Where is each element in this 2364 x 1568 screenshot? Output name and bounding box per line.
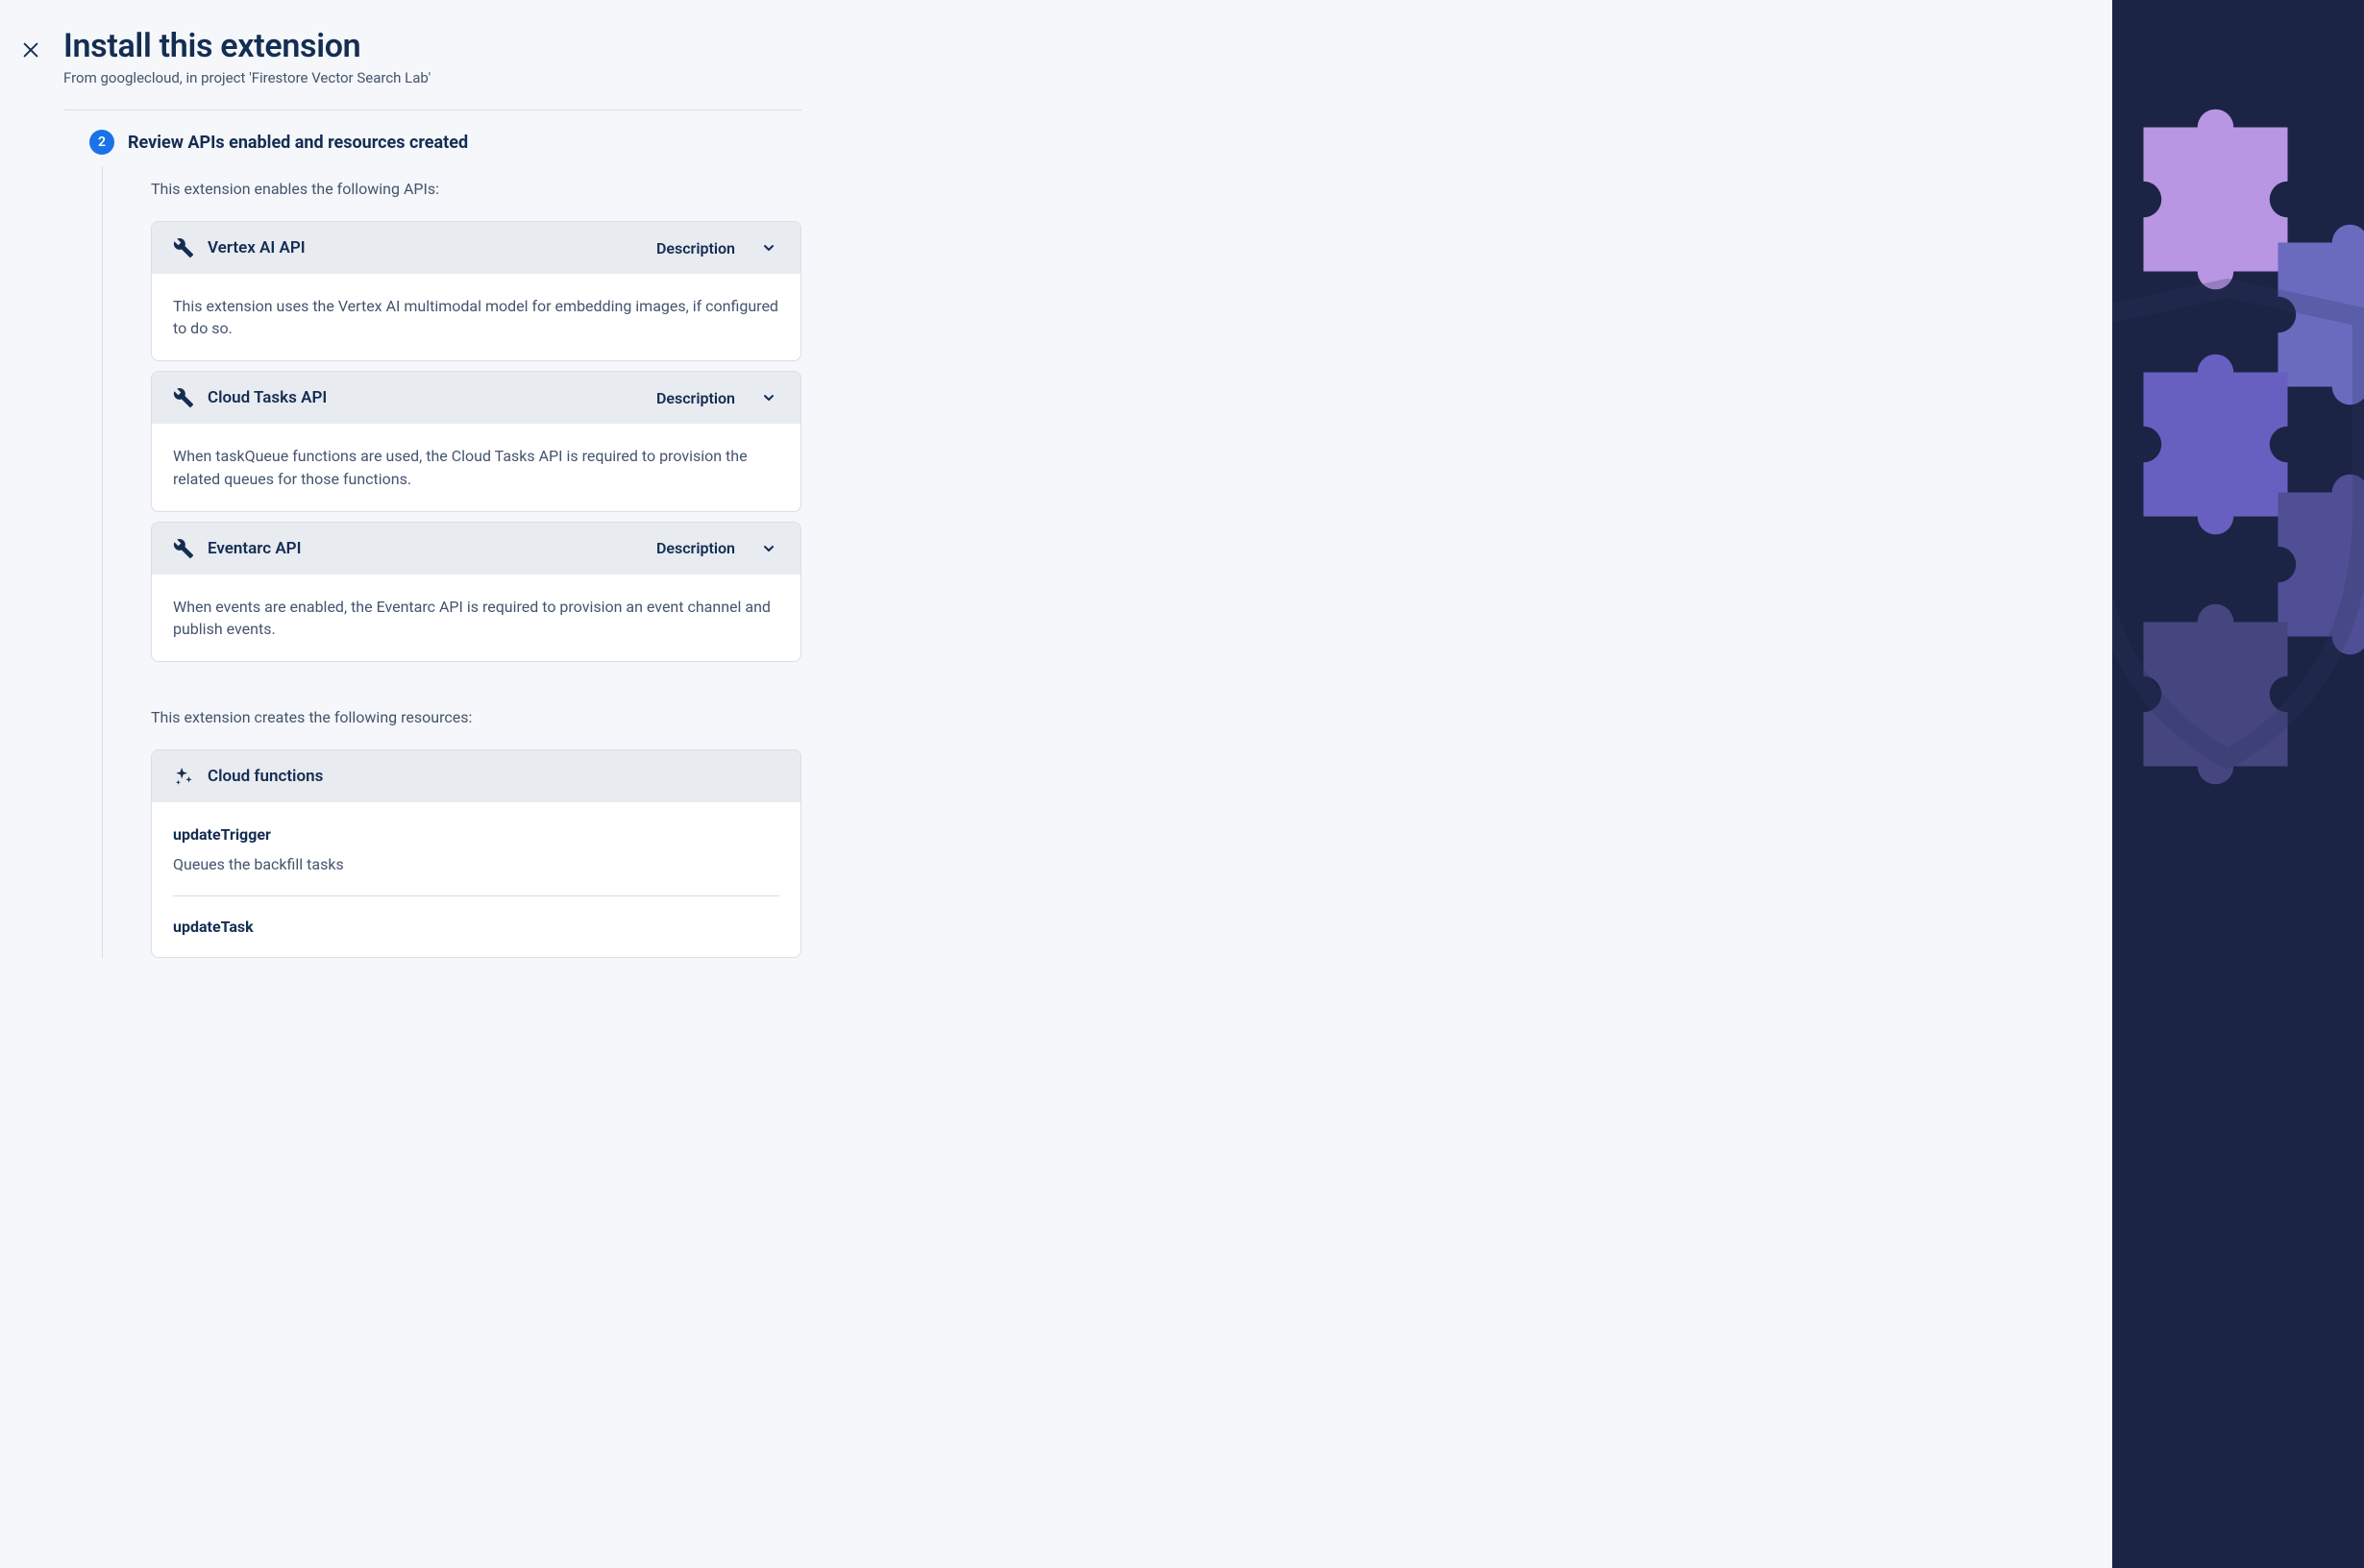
step-title: Review APIs enabled and resources create… (128, 133, 468, 153)
function-name: updateTrigger (173, 823, 779, 845)
function-item: updateTask (173, 916, 779, 957)
puzzle-illustration (2112, 0, 2364, 865)
api-card: Vertex AI API Description This extension… (151, 221, 801, 361)
step-header: 2 Review APIs enabled and resources crea… (89, 130, 801, 155)
api-card-header[interactable]: Vertex AI API Description (152, 222, 800, 274)
resources-card: Cloud functions updateTrigger Queues the… (151, 749, 801, 958)
api-card-header[interactable]: Cloud Tasks API Description (152, 372, 800, 424)
resources-body: updateTrigger Queues the backfill tasks … (152, 802, 800, 957)
function-name: updateTask (173, 916, 779, 938)
wrench-icon (173, 538, 194, 559)
api-description: When taskQueue functions are used, the C… (152, 424, 800, 510)
step-number-badge: 2 (89, 130, 114, 155)
page-subtitle: From googlecloud, in project 'Firestore … (63, 69, 2112, 86)
api-description: This extension uses the Vertex AI multim… (152, 274, 800, 360)
resources-card-header: Cloud functions (152, 750, 800, 802)
step-body: This extension enables the following API… (102, 166, 801, 958)
api-description: When events are enabled, the Eventarc AP… (152, 575, 800, 661)
wrench-icon (173, 237, 194, 258)
main-panel: Install this extension From googlecloud,… (0, 0, 2112, 1568)
api-card: Eventarc API Description When events are… (151, 522, 801, 662)
description-label: Description (656, 539, 735, 557)
function-item: updateTrigger Queues the backfill tasks (173, 823, 779, 894)
api-card: Cloud Tasks API Description When taskQue… (151, 371, 801, 511)
apis-intro-text: This extension enables the following API… (151, 180, 801, 198)
chevron-down-icon (758, 237, 779, 258)
function-divider (173, 895, 779, 896)
page-title: Install this extension (63, 27, 2112, 65)
content-column: 2 Review APIs enabled and resources crea… (63, 110, 801, 958)
wrench-icon (173, 387, 194, 408)
header-row: Install this extension From googlecloud,… (0, 27, 2112, 86)
description-label: Description (656, 389, 735, 407)
api-name: Eventarc API (208, 539, 643, 558)
sparkle-icon (173, 766, 194, 787)
api-card-header[interactable]: Eventarc API Description (152, 523, 800, 575)
title-block: Install this extension From googlecloud,… (44, 27, 2112, 86)
api-name: Cloud Tasks API (208, 388, 643, 407)
resources-title: Cloud functions (208, 767, 779, 786)
close-button[interactable] (17, 37, 44, 63)
function-description: Queues the backfill tasks (173, 853, 779, 875)
illustration-panel (2112, 0, 2364, 1568)
chevron-down-icon (758, 538, 779, 559)
chevron-down-icon (758, 387, 779, 408)
resources-intro-text: This extension creates the following res… (151, 708, 801, 726)
description-label: Description (656, 239, 735, 257)
api-name: Vertex AI API (208, 238, 643, 257)
